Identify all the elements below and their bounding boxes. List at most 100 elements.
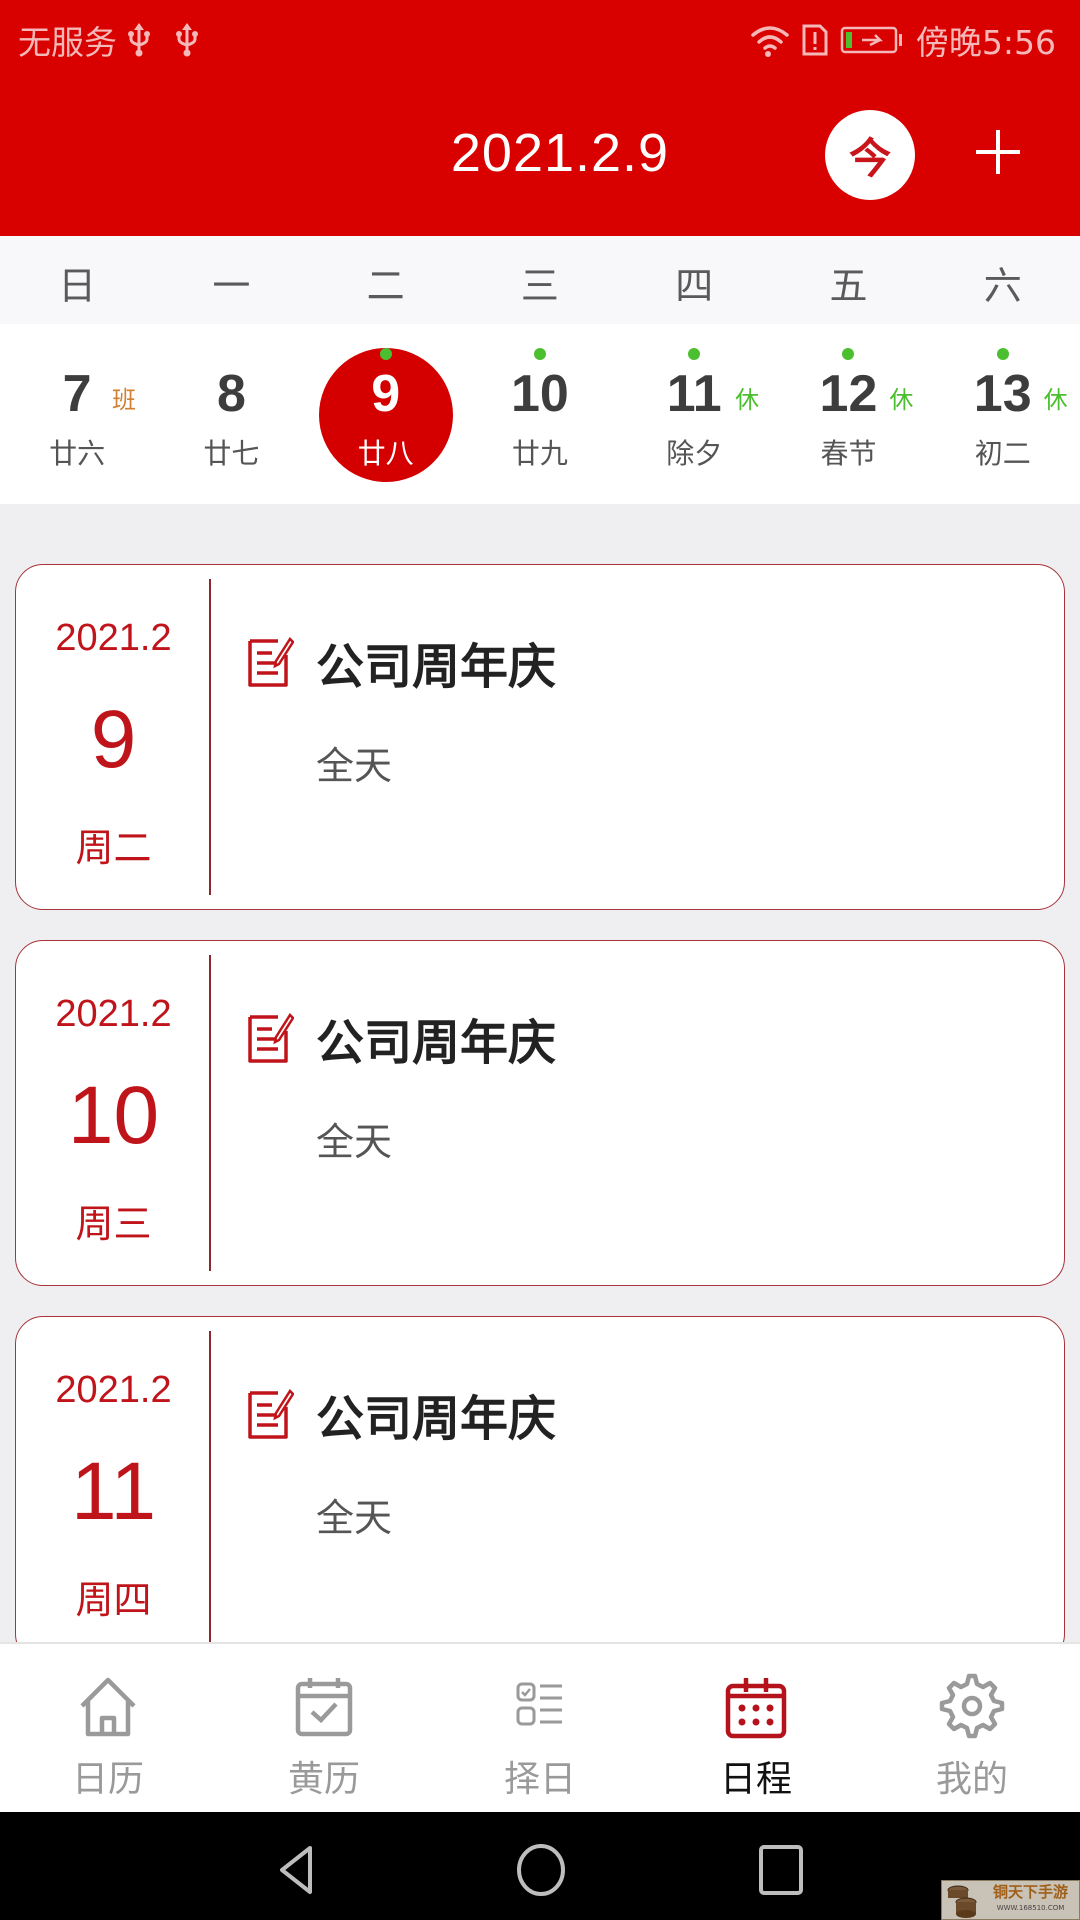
plus-icon bbox=[976, 130, 1020, 174]
screen: 无服务 傍晚5:56 2021.2.9 今 日 一 二 三 四 五 六 7 廿六班… bbox=[0, 0, 1080, 1920]
work-day-tag: 班 bbox=[112, 386, 136, 414]
back-icon bbox=[280, 1846, 312, 1894]
event-title: 公司周年庆 bbox=[316, 1391, 557, 1447]
day-cell[interactable]: 8 廿七 bbox=[154, 324, 308, 504]
event-dot bbox=[842, 348, 855, 360]
calendar-check-icon bbox=[295, 1678, 353, 1737]
holiday-day-tag: 休 bbox=[889, 386, 914, 414]
event-card[interactable]: 2021.2 9 周二 公司周年庆 全天 bbox=[15, 564, 1065, 910]
home-button[interactable] bbox=[514, 1842, 568, 1902]
event-time: 全天 bbox=[316, 1120, 393, 1164]
event-day: 9 bbox=[90, 694, 137, 785]
today-button[interactable]: 今 bbox=[825, 110, 915, 200]
usb-icon bbox=[176, 23, 198, 57]
system-nav-bar bbox=[0, 1812, 1080, 1920]
lunar-date: 初二 bbox=[974, 437, 1031, 470]
event-day: 10 bbox=[67, 1070, 160, 1161]
wifi-icon bbox=[751, 26, 789, 57]
battery-charging-icon bbox=[840, 26, 902, 54]
holiday-day-tag: 休 bbox=[735, 386, 760, 414]
event-list[interactable]: 2021.2 9 周二 公司周年庆 全天 2021.2 10 周三 公司周年庆 … bbox=[0, 504, 1080, 1644]
weekday-label: 四 bbox=[675, 264, 714, 308]
app-header: 无服务 傍晚5:56 2021.2.9 今 bbox=[0, 0, 1080, 236]
home-circle-icon bbox=[517, 1844, 565, 1896]
event-date: 2021.2 9 周二 bbox=[16, 565, 211, 909]
event-year-month: 2021.2 bbox=[55, 617, 172, 659]
weekday-label: 日 bbox=[58, 264, 97, 308]
day-cell[interactable]: 7 廿六班 bbox=[0, 324, 154, 504]
divider bbox=[209, 579, 211, 895]
event-card[interactable]: 2021.2 10 周三 公司周年庆 全天 bbox=[15, 940, 1065, 1286]
lunar-date: 廿七 bbox=[203, 437, 260, 470]
nav-tab-checklist[interactable]: 择日 bbox=[432, 1644, 648, 1812]
event-card[interactable]: 2021.2 11 周四 公司周年庆 全天 bbox=[15, 1316, 1065, 1644]
note-edit-icon bbox=[248, 637, 294, 687]
nav-tab-gear[interactable]: 我的 bbox=[864, 1644, 1080, 1812]
event-weekday: 周二 bbox=[75, 826, 152, 870]
event-date: 2021.2 10 周三 bbox=[16, 941, 211, 1285]
event-title: 公司周年庆 bbox=[316, 639, 557, 695]
event-dot bbox=[996, 348, 1009, 360]
day-cell[interactable]: 13 初二休 bbox=[926, 324, 1080, 504]
day-cell[interactable]: 9 廿八 bbox=[309, 324, 463, 504]
watermark-name: 铜天下手游 bbox=[992, 1883, 1068, 1901]
event-day: 11 bbox=[70, 1446, 157, 1537]
divider bbox=[209, 955, 211, 1271]
nav-tab-home[interactable]: 日历 bbox=[0, 1644, 216, 1812]
event-dot bbox=[379, 348, 392, 360]
clock-text: 傍晚5:56 bbox=[915, 23, 1056, 62]
nav-tab-schedule-calendar[interactable]: 日程 bbox=[648, 1644, 864, 1812]
event-time: 全天 bbox=[316, 744, 393, 788]
divider bbox=[209, 1331, 211, 1644]
coins-logo-icon bbox=[947, 1885, 977, 1918]
day-number: 9 bbox=[371, 365, 401, 423]
nav-tab-label: 我的 bbox=[935, 1759, 1008, 1800]
weekday-label: 三 bbox=[520, 264, 559, 308]
bottom-nav: 日历 黄历 择日 日程 我的 bbox=[0, 1642, 1080, 1812]
event-year-month: 2021.2 bbox=[55, 993, 172, 1035]
note-edit-icon bbox=[248, 1389, 294, 1439]
lunar-date: 春节 bbox=[820, 437, 877, 470]
nav-tab-label: 日程 bbox=[719, 1759, 792, 1800]
day-number: 8 bbox=[216, 365, 246, 423]
day-cell[interactable]: 12 春节休 bbox=[771, 324, 925, 504]
day-cell[interactable]: 11 除夕休 bbox=[617, 324, 771, 504]
nav-tab-label: 黄历 bbox=[287, 1759, 360, 1800]
checklist-icon bbox=[516, 1682, 562, 1726]
weekday-label: 一 bbox=[212, 264, 251, 308]
day-cell[interactable]: 10 廿九 bbox=[463, 324, 617, 504]
home-icon bbox=[80, 1677, 136, 1737]
back-button[interactable] bbox=[270, 1842, 326, 1902]
weekday-label: 六 bbox=[983, 264, 1022, 308]
week-strip: 7 廿六班 8 廿七 9 廿八 10 廿九 11 除夕休 12 春节休 13 初二休 bbox=[0, 324, 1080, 504]
add-event-button[interactable] bbox=[970, 124, 1026, 180]
note-edit-icon bbox=[248, 1013, 294, 1063]
event-date: 2021.2 11 周四 bbox=[16, 1317, 211, 1644]
event-dot bbox=[688, 348, 701, 360]
weekday-label: 五 bbox=[829, 264, 868, 308]
page-title: 2021.2.9 bbox=[450, 123, 670, 183]
lunar-date: 廿九 bbox=[511, 437, 568, 470]
watermark: 铜天下手游 WWW.168510.COM bbox=[941, 1880, 1080, 1920]
weekday-header: 日 一 二 三 四 五 六 bbox=[0, 236, 1080, 324]
nav-tab-calendar-check[interactable]: 黄历 bbox=[216, 1644, 432, 1812]
lunar-date: 廿八 bbox=[357, 437, 414, 470]
status-bar: 无服务 傍晚5:56 bbox=[0, 0, 1080, 76]
carrier-text: 无服务 bbox=[18, 23, 117, 62]
nav-tab-label: 日历 bbox=[71, 1759, 144, 1800]
event-dot bbox=[533, 348, 546, 360]
holiday-day-tag: 休 bbox=[1043, 386, 1068, 414]
weekday-label: 二 bbox=[366, 264, 405, 308]
event-weekday: 周四 bbox=[75, 1578, 152, 1622]
gear-icon bbox=[939, 1673, 1005, 1739]
usb-icon bbox=[128, 23, 150, 57]
event-weekday: 周三 bbox=[75, 1202, 152, 1246]
sim-alert-icon bbox=[802, 24, 828, 56]
day-number: 10 bbox=[511, 365, 569, 423]
event-year-month: 2021.2 bbox=[55, 1369, 172, 1411]
event-title: 公司周年庆 bbox=[316, 1015, 557, 1071]
watermark-url: WWW.168510.COM bbox=[996, 1904, 1065, 1912]
recents-button[interactable] bbox=[756, 1842, 806, 1902]
lunar-date: 除夕 bbox=[666, 437, 723, 470]
nav-tab-label: 择日 bbox=[503, 1759, 576, 1800]
